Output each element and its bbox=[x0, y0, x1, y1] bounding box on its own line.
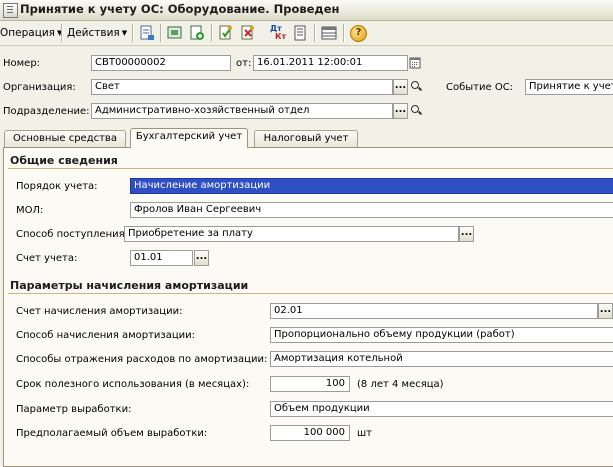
journal-button[interactable] bbox=[291, 24, 309, 42]
mol-label: МОЛ: bbox=[16, 205, 44, 216]
toolbar-separator bbox=[160, 24, 161, 42]
help-button[interactable]: ? bbox=[349, 24, 367, 42]
department-label: Подразделение: bbox=[3, 106, 90, 117]
number-field[interactable]: СВТ00000002 bbox=[91, 55, 231, 71]
account-field[interactable]: 01.01 bbox=[130, 250, 193, 266]
operation-menu[interactable]: Операция ▼ bbox=[0, 25, 62, 41]
mol-field[interactable]: Фролов Иван Сергеевич bbox=[130, 202, 613, 218]
event-label: Событие ОС: bbox=[446, 82, 514, 93]
dt-kt-icon-bottom: Кт bbox=[275, 32, 287, 41]
organization-field[interactable]: Свет bbox=[91, 79, 393, 95]
journal-icon bbox=[294, 25, 306, 41]
calendar-button[interactable] bbox=[409, 55, 421, 71]
document-icon bbox=[3, 3, 18, 18]
output-param-label: Параметр выработки: bbox=[16, 404, 132, 415]
useful-life-field[interactable]: 100 bbox=[270, 376, 350, 392]
event-field[interactable]: Принятие к учету bbox=[525, 79, 613, 95]
list-icon bbox=[321, 26, 337, 40]
dropdown-arrow-icon: ▼ bbox=[121, 29, 128, 37]
output-volume-unit: шт bbox=[357, 428, 372, 439]
tab-label: Бухгалтерский учет bbox=[135, 131, 243, 142]
tab-tax-accounting[interactable]: Налоговый учет bbox=[254, 130, 358, 147]
expense-method-label: Способы отражения расходов по амортизаци… bbox=[16, 354, 268, 365]
account-label: Счет учета: bbox=[16, 253, 78, 264]
toolbar-separator bbox=[132, 24, 133, 42]
dt-kt-button[interactable]: Дт Кт bbox=[268, 24, 286, 42]
help-icon: ? bbox=[350, 25, 367, 42]
account-select-button[interactable]: ... bbox=[194, 250, 209, 266]
organization-label: Организация: bbox=[3, 82, 76, 93]
tab-fixed-assets[interactable]: Основные средства bbox=[4, 130, 126, 147]
order-field[interactable]: Начисление амортизации bbox=[130, 178, 613, 194]
copy-button[interactable] bbox=[166, 24, 184, 42]
order-label: Порядок учета: bbox=[16, 181, 98, 192]
search-icon[interactable] bbox=[409, 79, 422, 95]
copy-icon bbox=[167, 26, 182, 39]
tab-label: Налоговый учет bbox=[263, 133, 349, 144]
receipt-label: Способ поступления: bbox=[16, 229, 129, 240]
post-button[interactable] bbox=[217, 24, 235, 42]
post-icon bbox=[219, 25, 232, 40]
actions-menu-label: Действия bbox=[67, 27, 120, 39]
list-button[interactable] bbox=[320, 24, 338, 42]
output-param-field[interactable]: Объем продукции bbox=[270, 401, 613, 417]
toolbar: Операция ▼ Действия ▼ Дт Кт ? bbox=[0, 21, 613, 46]
department-field[interactable]: Административно-хозяйственный отдел bbox=[91, 103, 393, 119]
add-button[interactable] bbox=[188, 24, 206, 42]
output-volume-label: Предполагаемый объем выработки: bbox=[16, 428, 208, 439]
depreciation-section-title: Параметры начисления амортизации bbox=[10, 279, 249, 292]
dep-account-label: Счет начисления амортизации: bbox=[16, 306, 183, 317]
unpost-button[interactable] bbox=[239, 24, 257, 42]
general-section-title: Общие сведения bbox=[10, 154, 118, 167]
calendar-icon bbox=[409, 57, 421, 69]
organization-select-button[interactable]: ... bbox=[393, 79, 408, 95]
title-bar: Принятие к учету ОС: Оборудование. Прове… bbox=[0, 0, 613, 21]
new-doc-button[interactable] bbox=[138, 24, 156, 42]
receipt-field[interactable]: Приобретение за плату bbox=[124, 226, 459, 242]
useful-life-hint: (8 лет 4 месяца) bbox=[357, 379, 444, 390]
department-select-button[interactable]: ... bbox=[393, 103, 408, 119]
search-icon[interactable] bbox=[409, 103, 422, 119]
window-title: Принятие к учету ОС: Оборудование. Прове… bbox=[20, 2, 340, 16]
actions-menu[interactable]: Действия ▼ bbox=[67, 25, 127, 41]
section-divider bbox=[8, 168, 613, 169]
number-label: Номер: bbox=[3, 58, 41, 69]
tab-accounting[interactable]: Бухгалтерский учет bbox=[130, 128, 248, 148]
new-doc-icon bbox=[140, 25, 154, 40]
date-label: от: bbox=[236, 58, 252, 69]
toolbar-separator bbox=[314, 24, 315, 42]
expense-method-field[interactable]: Амортизация котельной bbox=[270, 351, 613, 367]
section-divider bbox=[8, 293, 613, 294]
add-doc-icon bbox=[190, 25, 204, 40]
toolbar-separator bbox=[343, 24, 344, 42]
date-field[interactable]: 16.01.2011 12:00:01 bbox=[253, 55, 408, 71]
toolbar-separator bbox=[61, 24, 62, 42]
tab-label: Основные средства bbox=[13, 133, 117, 144]
dep-method-label: Способ начисления амортизации: bbox=[16, 330, 196, 341]
toolbar-separator bbox=[211, 24, 212, 42]
output-volume-field[interactable]: 100 000 bbox=[270, 425, 350, 441]
useful-life-label: Срок полезного использования (в месяцах)… bbox=[16, 379, 250, 390]
dep-method-field[interactable]: Пропорционально объему продукции (работ) bbox=[270, 327, 613, 343]
dep-account-select-button[interactable]: ... bbox=[598, 303, 613, 319]
operation-menu-label: Операция bbox=[0, 27, 55, 39]
receipt-select-button[interactable]: ... bbox=[459, 226, 474, 242]
dep-account-field[interactable]: 02.01 bbox=[270, 303, 598, 319]
unpost-icon bbox=[241, 25, 254, 40]
